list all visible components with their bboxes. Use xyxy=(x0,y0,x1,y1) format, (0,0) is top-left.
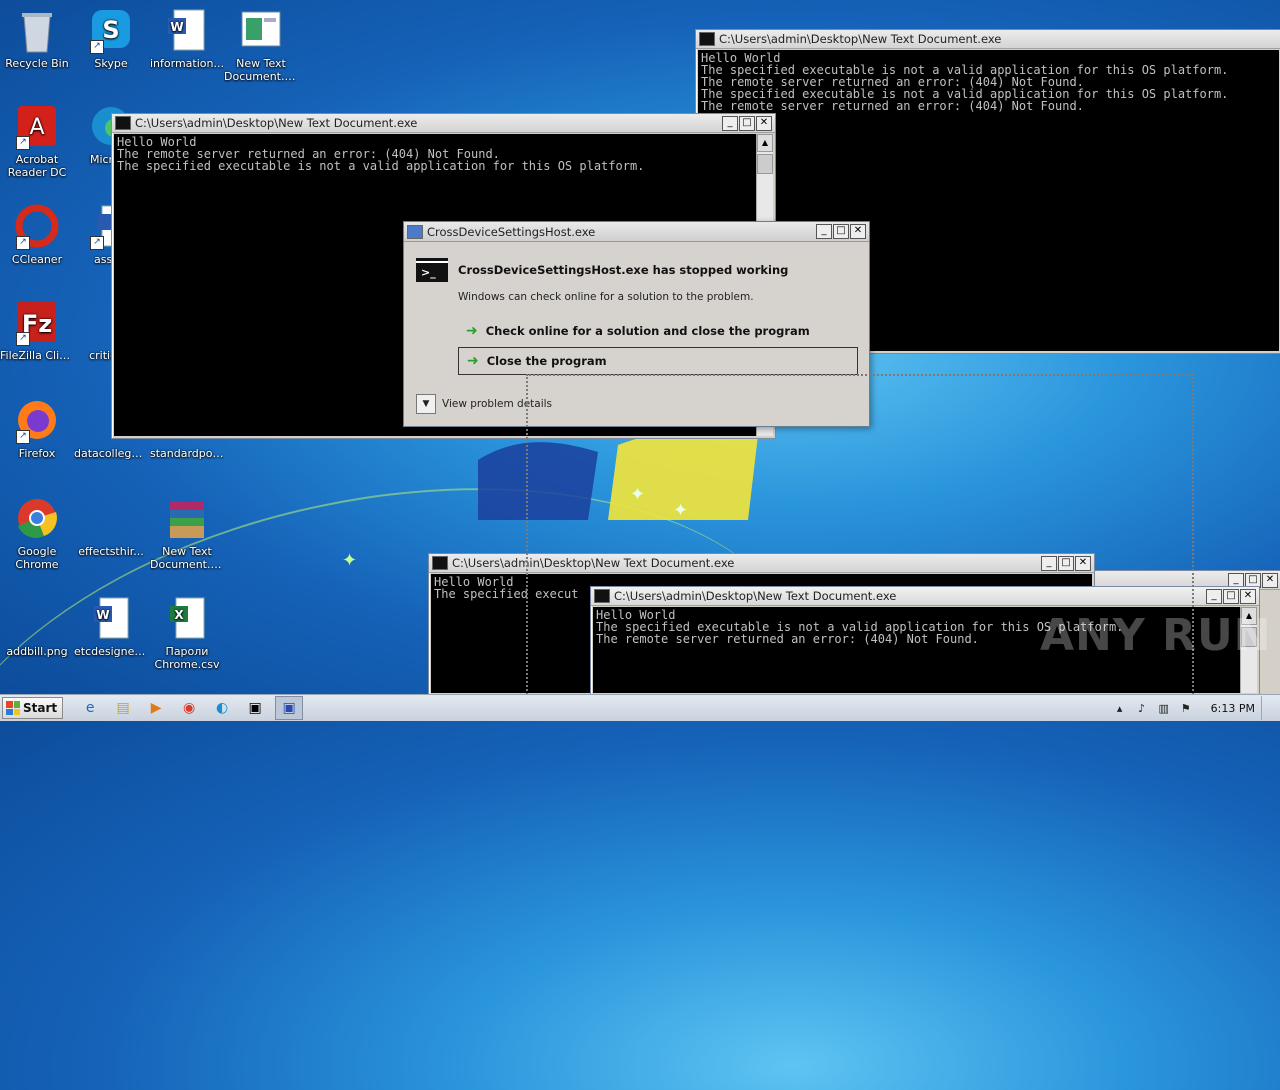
media-player-icon[interactable]: ▶ xyxy=(143,697,169,719)
clock[interactable]: 6:13 PM xyxy=(1211,702,1255,715)
console-taskbar-icon[interactable]: ▣ xyxy=(242,697,268,719)
shortcut-arrow-icon: ↗ xyxy=(16,332,30,346)
close-button[interactable]: ✕ xyxy=(756,115,772,131)
shortcut-arrow-icon: ↗ xyxy=(16,136,30,150)
blank-file-icon xyxy=(14,596,60,642)
svg-text:A: A xyxy=(29,115,44,140)
desktop-icon-ccleaner[interactable]: ↗ CCleaner xyxy=(0,204,74,266)
acrobat-icon: A ↗ xyxy=(14,104,60,150)
ccleaner-icon: ↗ xyxy=(14,204,60,250)
shortcut-arrow-icon: ↗ xyxy=(90,236,104,250)
desktop-icon-effectsthir[interactable]: effectsthir... xyxy=(74,496,148,558)
chrome-icon xyxy=(14,496,60,542)
desktop-icon-information[interactable]: W information... xyxy=(150,8,224,70)
close-button[interactable]: ✕ xyxy=(850,224,866,239)
console-app-icon xyxy=(115,116,131,130)
chrome-icon[interactable]: ◉ xyxy=(176,697,202,719)
edge-icon[interactable]: ◐ xyxy=(209,697,235,719)
desktop-icon-acrobat[interactable]: A ↗ Acrobat Reader DC xyxy=(0,104,74,179)
exe-icon xyxy=(238,8,284,54)
volume-icon[interactable]: ♪ xyxy=(1135,702,1149,715)
winrar-icon xyxy=(164,496,210,542)
minimize-button[interactable]: _ xyxy=(1206,588,1222,604)
desktop-icon-skype[interactable]: S ↗ Skype xyxy=(74,8,148,70)
filezilla-icon: Fz ↗ xyxy=(14,300,60,346)
desktop-icon-firefox[interactable]: ↗ Firefox xyxy=(0,398,74,460)
dialog-heading: CrossDeviceSettingsHost.exe has stopped … xyxy=(458,263,789,277)
file-explorer-icon[interactable]: ▤ xyxy=(110,697,136,719)
desktop-icon-google-chrome[interactable]: Google Chrome xyxy=(0,496,74,571)
desktop-icon-new-text-document-b[interactable]: New Text Document.b... xyxy=(150,496,224,571)
chevron-down-icon[interactable]: ▼ xyxy=(416,394,436,414)
recycle-bin-icon xyxy=(14,8,60,54)
close-button[interactable]: ✕ xyxy=(1262,572,1278,588)
word-doc-icon: W xyxy=(88,596,134,642)
anyrun-watermark: ANY RUN xyxy=(1040,610,1272,661)
console-app-icon xyxy=(432,556,448,570)
svg-text:W: W xyxy=(96,608,109,622)
close-program-option[interactable]: ➜ Close the program xyxy=(458,347,858,375)
dialog-subtext: Windows can check online for a solution … xyxy=(458,291,754,303)
windows-flag-icon xyxy=(6,701,20,715)
app-icon xyxy=(407,224,423,239)
desktop-icon-addbill[interactable]: addbill.png xyxy=(0,596,74,658)
desktop-icon-new-text-document-exe[interactable]: New Text Document.exe xyxy=(224,8,298,83)
svg-text:W: W xyxy=(170,20,183,34)
action-center-flag-icon[interactable]: ⚑ xyxy=(1179,702,1193,715)
desktop-icon-filezilla[interactable]: Fz ↗ FileZilla Client xyxy=(0,300,74,362)
svg-text:S: S xyxy=(102,16,119,44)
blank-file-icon xyxy=(88,496,134,542)
green-arrow-icon: ➜ xyxy=(467,353,479,369)
shortcut-arrow-icon: ↗ xyxy=(16,236,30,250)
check-online-option[interactable]: ➜ Check online for a solution and close … xyxy=(458,318,856,344)
console-app-icon xyxy=(699,32,715,46)
network-icon[interactable]: ▥ xyxy=(1157,702,1171,715)
word-doc-icon: W xyxy=(164,8,210,54)
excel-csv-icon: X xyxy=(164,596,210,642)
dialog-titlebar[interactable]: CrossDeviceSettingsHost.exe _ □ ✕ xyxy=(404,222,869,242)
scroll-up-icon[interactable]: ▲ xyxy=(757,134,773,152)
error-reporting-taskbar-icon[interactable]: ▣ xyxy=(275,696,304,720)
console-program-icon: >_ xyxy=(416,258,448,282)
show-hidden-icons-icon[interactable]: ▴ xyxy=(1113,702,1127,715)
skype-icon: S ↗ xyxy=(88,8,134,54)
maximize-button[interactable]: □ xyxy=(739,115,755,131)
shortcut-arrow-icon: ↗ xyxy=(16,430,30,444)
shortcut-arrow-icon: ↗ xyxy=(90,40,104,54)
minimize-button[interactable]: _ xyxy=(816,224,832,239)
dialog-header: >_ CrossDeviceSettingsHost.exe has stopp… xyxy=(416,258,788,282)
window-titlebar[interactable]: C:\Users\admin\Desktop\New Text Document… xyxy=(696,30,1280,49)
green-arrow-icon: ➜ xyxy=(466,323,478,339)
desktop-icon-paroli-chrome-csv[interactable]: X Пароли Chrome.csv xyxy=(150,596,224,671)
start-button[interactable]: Start xyxy=(2,697,64,719)
maximize-button[interactable]: □ xyxy=(833,224,849,239)
sparkle-icon: ✦ xyxy=(342,550,358,571)
svg-text:X: X xyxy=(174,608,184,622)
close-button[interactable]: ✕ xyxy=(1240,588,1256,604)
scroll-thumb[interactable] xyxy=(757,154,773,174)
desktop-icon-etcdesigned[interactable]: W etcdesigned... xyxy=(74,596,148,658)
internet-explorer-icon[interactable]: e xyxy=(77,697,103,719)
show-desktop-button[interactable] xyxy=(1261,696,1272,720)
window-titlebar[interactable]: C:\Users\admin\Desktop\New Text Document… xyxy=(112,114,775,133)
system-tray: ▴ ♪ ▥ ⚑ 6:13 PM xyxy=(1109,695,1280,721)
maximize-button[interactable]: □ xyxy=(1223,588,1239,604)
taskbar: Start e ▤ ▶ ◉ ◐ ▣ ▣ ▴ ♪ ▥ ⚑ 6:13 PM xyxy=(0,694,1280,721)
firefox-icon: ↗ xyxy=(14,398,60,444)
minimize-button[interactable]: _ xyxy=(722,115,738,131)
desktop-icon-recycle-bin[interactable]: Recycle Bin xyxy=(0,8,74,70)
